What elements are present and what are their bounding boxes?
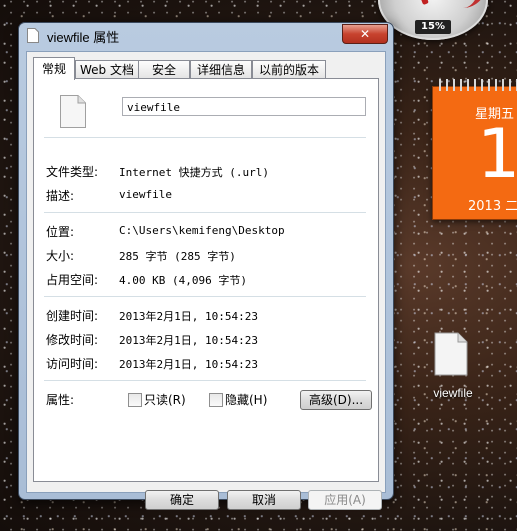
accessed-label: 访问时间: [46,357,99,371]
description-label: 描述: [46,189,75,203]
modified-label: 修改时间: [46,333,99,347]
readonly-checkbox[interactable] [128,393,142,407]
divider [44,212,366,213]
cpu-percent: 15% [415,20,451,34]
tab-details[interactable]: 详细信息 [190,60,252,79]
tab-previous-versions[interactable]: 以前的版本 [252,60,326,79]
advanced-button[interactable]: 高级(D)... [300,390,372,410]
hidden-label[interactable]: 隐藏(H) [225,391,267,408]
hidden-checkbox[interactable] [209,393,223,407]
disk-size-value: 4.00 KB (4,096 字节) [119,274,247,287]
file-type-label: 文件类型: [46,165,99,179]
location-label: 位置: [46,225,75,239]
meter-needle [405,0,429,6]
general-tab-panel: viewfile 文件类型: Internet 快捷方式 (.url) 描述: … [33,78,379,482]
file-type-value: Internet 快捷方式 (.url) [119,166,269,179]
description-value: viewfile [119,188,172,201]
tab-security[interactable]: 安全 [138,60,190,79]
window-title: viewfile 属性 [47,30,120,45]
size-value: 285 字节 (285 字节) [119,250,236,263]
calendar-rings [439,79,517,91]
dialog-body: 常规 Web 文档 安全 详细信息 以前的版本 viewfile 文件类型: I… [26,51,386,510]
file-name-input[interactable]: viewfile [122,97,366,116]
properties-window: viewfile 属性 ✕ 常规 Web 文档 安全 详细信息 以前的版本 vi… [18,22,394,510]
disk-size-label: 占用空间: [46,273,99,287]
created-label: 创建时间: [46,309,99,323]
divider [44,137,366,138]
calendar-gadget[interactable]: 星期五 1 2013 二月 [432,79,517,220]
desktop-icon-label: viewfile [433,386,473,400]
cpu-meter-gadget[interactable]: 15% [378,0,488,40]
calendar-day: 1 [477,115,517,194]
file-icon [27,28,39,43]
size-label: 大小: [46,249,75,263]
tab-web-document[interactable]: Web 文档 [75,60,139,79]
location-value: C:\Users\kemifeng\Desktop [119,224,285,237]
cancel-button[interactable]: 取消 [227,490,301,510]
tab-general[interactable]: 常规 [33,57,75,80]
calendar-year-month: 2013 二月 [468,199,517,214]
divider [44,380,366,381]
accessed-value: 2013年2月1日, 10:54:23 [119,358,258,371]
ok-button[interactable]: 确定 [145,490,219,510]
title-bar[interactable]: viewfile 属性 ✕ [19,23,393,47]
file-icon [434,332,468,376]
apply-button[interactable]: 应用(A) [308,490,382,510]
file-icon [60,95,86,128]
created-value: 2013年2月1日, 10:54:23 [119,310,258,323]
meter-ring [438,0,488,8]
close-button[interactable]: ✕ [342,24,388,44]
readonly-label[interactable]: 只读(R) [144,391,186,408]
modified-value: 2013年2月1日, 10:54:23 [119,334,258,347]
desktop-icon-viewfile[interactable]: viewfile [425,332,485,400]
divider [44,296,366,297]
attributes-label: 属性: [46,393,75,407]
